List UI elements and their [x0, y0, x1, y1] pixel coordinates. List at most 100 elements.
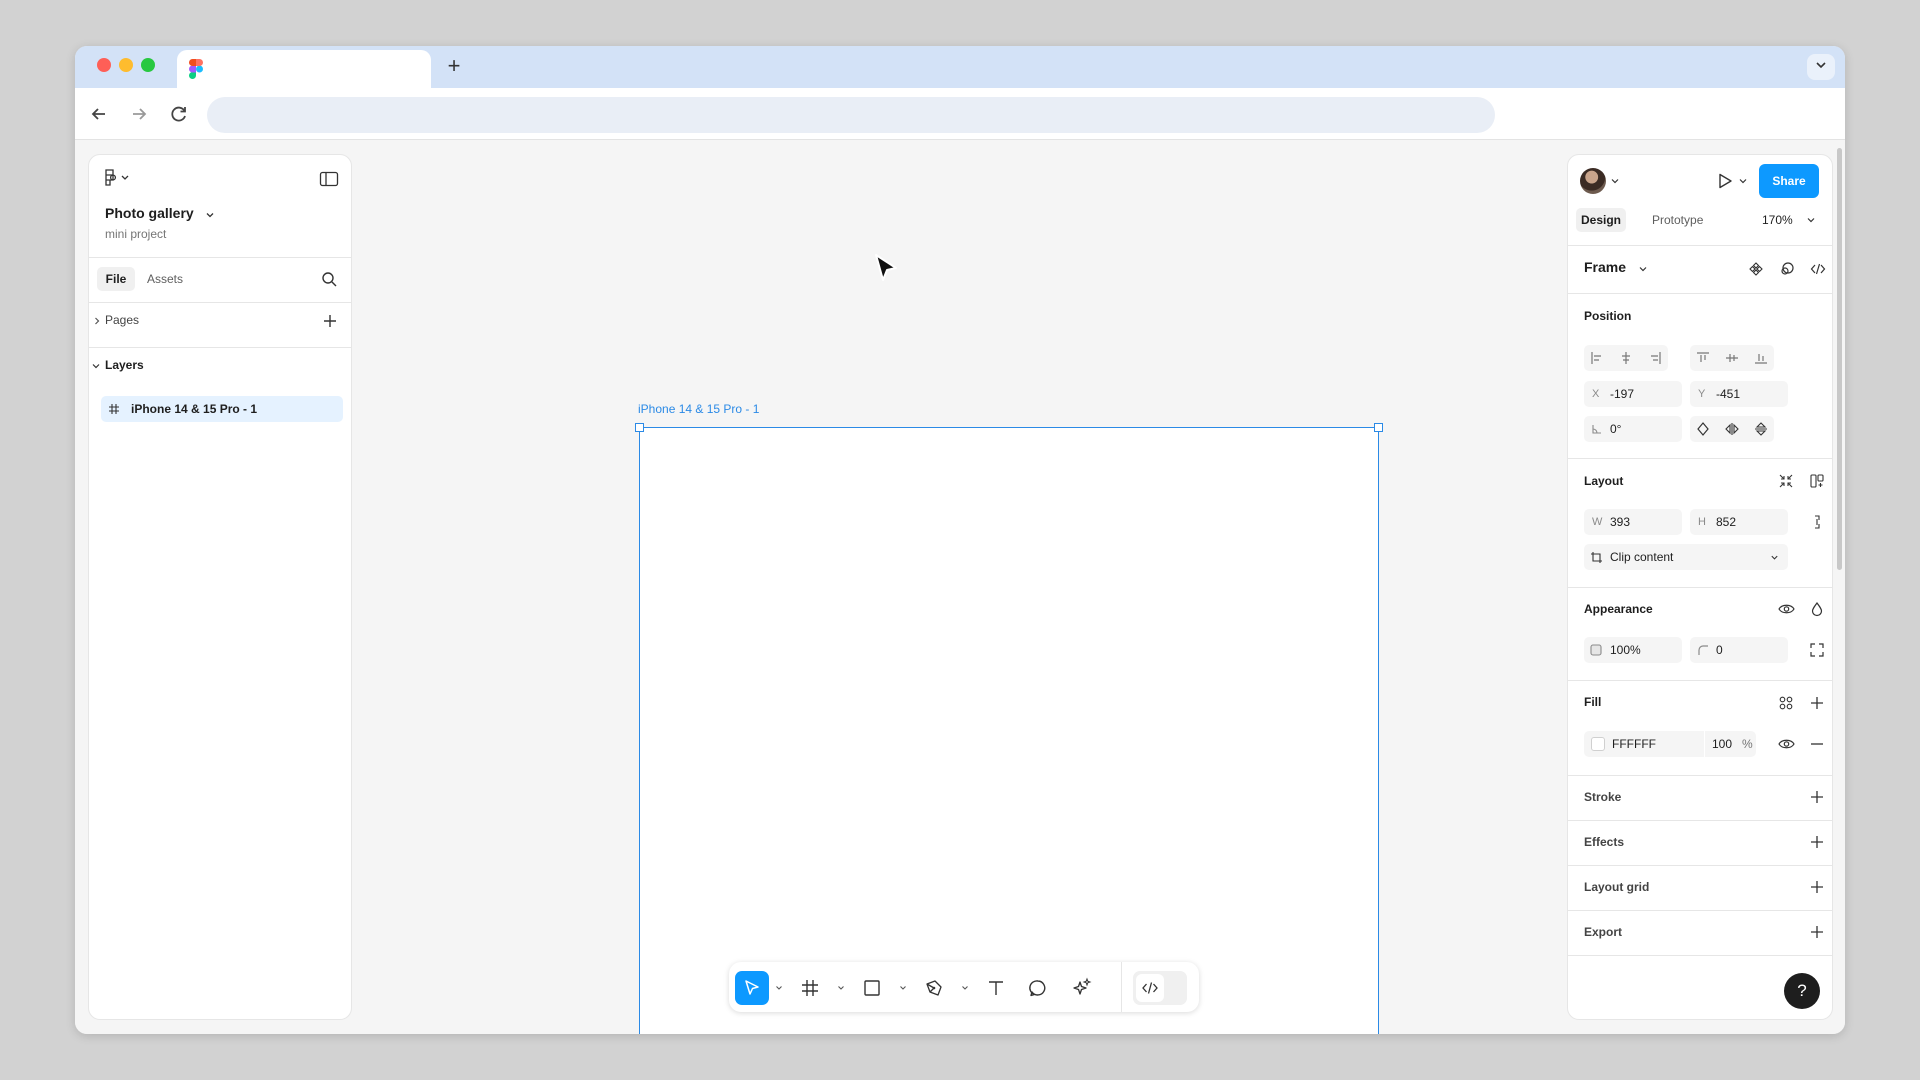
add-layout-grid-plus-icon[interactable]: [1809, 879, 1825, 895]
add-fill-plus-icon[interactable]: [1809, 695, 1825, 711]
height-field[interactable]: H 852: [1690, 509, 1788, 535]
mask-icon[interactable]: [1779, 261, 1795, 277]
flip-horizontal-icon[interactable]: [1724, 421, 1740, 437]
rotate-90-icon[interactable]: [1695, 421, 1711, 437]
y-position-field[interactable]: Y -451: [1690, 381, 1788, 407]
layers-section-label[interactable]: Layers: [105, 358, 144, 372]
fill-color-swatch[interactable]: [1591, 737, 1605, 751]
add-effect-plus-icon[interactable]: [1809, 834, 1825, 850]
chevron-down-icon[interactable]: [205, 210, 215, 220]
clip-content-dropdown[interactable]: Clip content: [1584, 544, 1788, 570]
x-position-field[interactable]: X -197: [1584, 381, 1682, 407]
resize-handle[interactable]: [635, 423, 644, 432]
divider: [1568, 910, 1832, 911]
export-section-title[interactable]: Export: [1584, 925, 1622, 939]
fill-color-field[interactable]: FFFFFF 100 %: [1584, 731, 1756, 757]
fill-opacity-percent: %: [1742, 737, 1753, 751]
panel-scrollbar[interactable]: [1837, 148, 1842, 570]
visibility-eye-icon[interactable]: [1778, 601, 1795, 617]
effects-section-title[interactable]: Effects: [1584, 835, 1624, 849]
divider: [1568, 680, 1832, 681]
corner-radius-field[interactable]: 0: [1690, 637, 1788, 663]
main-menu-button[interactable]: [103, 169, 133, 192]
chevron-down-icon[interactable]: [837, 984, 845, 992]
share-button[interactable]: Share: [1759, 164, 1819, 198]
frame-tool-button[interactable]: [793, 971, 827, 1005]
reload-icon[interactable]: [165, 100, 193, 128]
help-button[interactable]: ?: [1784, 973, 1820, 1009]
remove-fill-minus-icon[interactable]: [1809, 736, 1825, 752]
auto-layout-icon[interactable]: [1809, 473, 1825, 489]
align-bottom-icon[interactable]: [1753, 350, 1769, 366]
code-icon[interactable]: [1810, 261, 1826, 277]
opacity-field[interactable]: 100%: [1584, 637, 1682, 663]
address-bar[interactable]: [207, 97, 1495, 133]
chevron-down-icon[interactable]: [1638, 264, 1648, 274]
zoom-level[interactable]: 170%: [1762, 208, 1793, 232]
align-left-icon[interactable]: [1589, 350, 1605, 366]
chevron-down-icon[interactable]: [899, 984, 907, 992]
dev-mode-toggle[interactable]: [1133, 971, 1187, 1005]
browser-tab[interactable]: [177, 50, 431, 88]
chevron-down-icon[interactable]: [1806, 215, 1816, 225]
add-page-plus-icon[interactable]: [323, 314, 337, 328]
flip-vertical-icon[interactable]: [1753, 421, 1769, 437]
fill-visibility-eye-icon[interactable]: [1778, 736, 1795, 752]
pages-section-label[interactable]: Pages: [105, 313, 139, 327]
add-stroke-plus-icon[interactable]: [1809, 789, 1825, 805]
move-tool-button[interactable]: [735, 971, 769, 1005]
actions-ai-button[interactable]: [1065, 971, 1099, 1005]
component-icon[interactable]: [1748, 261, 1764, 277]
back-arrow-icon[interactable]: [85, 100, 113, 128]
pen-tool-button[interactable]: [917, 971, 951, 1005]
frame-name-label[interactable]: iPhone 14 & 15 Pro - 1: [638, 402, 759, 416]
stroke-section-title[interactable]: Stroke: [1584, 790, 1621, 804]
close-window-button[interactable]: [97, 58, 111, 72]
width-field[interactable]: W 393: [1584, 509, 1682, 535]
frame-type-label[interactable]: Frame: [1584, 259, 1626, 275]
minimize-window-button[interactable]: [119, 58, 133, 72]
resize-handle[interactable]: [1374, 423, 1383, 432]
fill-section-title: Fill: [1584, 695, 1602, 709]
align-top-icon[interactable]: [1695, 350, 1711, 366]
present-play-icon[interactable]: [1716, 172, 1734, 190]
tab-file[interactable]: File: [97, 267, 135, 291]
tab-assets[interactable]: Assets: [147, 267, 183, 291]
align-middle-icon[interactable]: [1724, 350, 1740, 366]
add-export-plus-icon[interactable]: [1809, 924, 1825, 940]
styles-grid-icon[interactable]: [1778, 695, 1794, 711]
tab-prototype[interactable]: Prototype: [1652, 208, 1703, 232]
chevron-down-icon[interactable]: [775, 984, 783, 992]
blend-mode-drop-icon[interactable]: [1809, 601, 1825, 617]
layer-row[interactable]: iPhone 14 & 15 Pro - 1: [101, 396, 343, 422]
align-right-icon[interactable]: [1647, 350, 1663, 366]
tab-search-chevron-icon[interactable]: [1807, 54, 1835, 80]
rectangle-tool-button[interactable]: [855, 971, 889, 1005]
maximize-window-button[interactable]: [141, 58, 155, 72]
chevron-down-icon[interactable]: [92, 362, 100, 370]
chevron-right-icon[interactable]: [93, 317, 101, 325]
tab-design[interactable]: Design: [1576, 208, 1626, 232]
chevron-down-icon[interactable]: [1738, 176, 1748, 186]
chevron-down-icon[interactable]: [961, 984, 969, 992]
comment-tool-button[interactable]: [1021, 971, 1055, 1005]
comment-bubble-icon: [1029, 980, 1046, 997]
independent-corners-icon[interactable]: [1809, 642, 1825, 658]
search-icon[interactable]: [321, 271, 338, 288]
constrain-proportions-icon[interactable]: [1809, 514, 1825, 530]
text-tool-button[interactable]: [979, 971, 1013, 1005]
user-avatar[interactable]: [1580, 168, 1606, 194]
collapse-icon[interactable]: [1778, 473, 1794, 489]
file-name[interactable]: Photo gallery: [105, 205, 194, 221]
new-tab-button[interactable]: +: [441, 54, 467, 80]
rotation-field[interactable]: 0°: [1584, 416, 1682, 442]
corner-radius-icon: [1698, 645, 1708, 655]
toggle-sidebar-icon[interactable]: [319, 170, 339, 193]
forward-arrow-icon[interactable]: [125, 100, 153, 128]
code-icon: [1142, 982, 1158, 994]
iphone-frame[interactable]: [639, 427, 1379, 1034]
align-center-horizontal-icon[interactable]: [1618, 350, 1634, 366]
chevron-down-icon[interactable]: [1610, 176, 1620, 186]
project-name[interactable]: mini project: [105, 227, 166, 241]
layout-grid-section-title[interactable]: Layout grid: [1584, 880, 1649, 894]
